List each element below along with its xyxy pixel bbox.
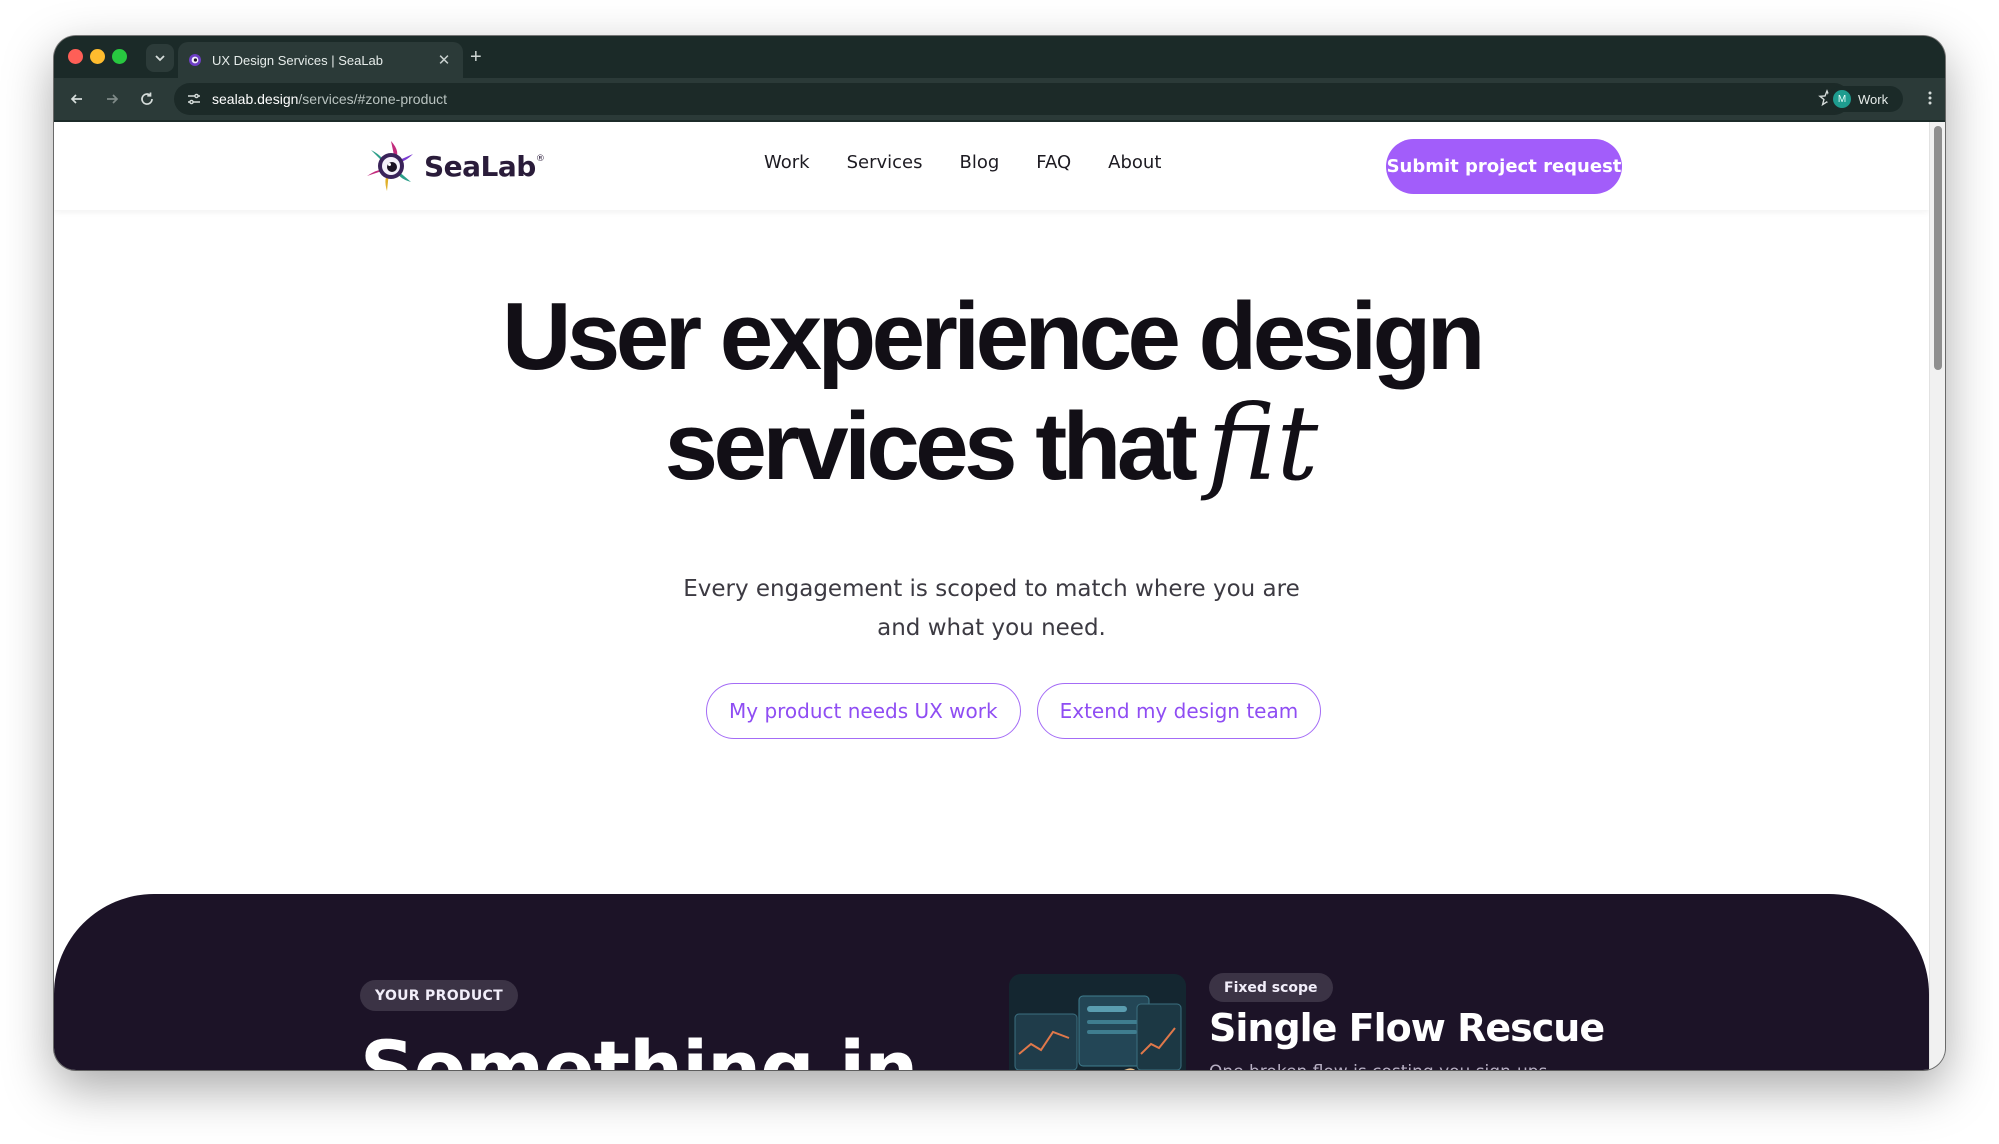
profile-label: Work xyxy=(1858,91,1889,107)
hero-title-line2-wrap: services that fit xyxy=(665,390,1319,500)
service-card-illustration xyxy=(1009,974,1186,1070)
close-window-button[interactable] xyxy=(68,49,83,64)
logo-text: SeaLab xyxy=(424,149,536,183)
hero-buttons: My product needs UX work Extend my desig… xyxy=(706,683,1322,739)
logo-wordmark: SeaLab® xyxy=(424,149,545,183)
tab-close-icon[interactable]: ✕ xyxy=(435,51,453,69)
url-path: /services/#zone-product xyxy=(298,91,448,107)
back-icon[interactable] xyxy=(66,88,88,110)
minimize-window-button[interactable] xyxy=(90,49,105,64)
address-bar[interactable]: sealab.design/services/#zone-product xyxy=(174,83,1850,115)
chevron-down-icon xyxy=(155,55,165,62)
site-header: SeaLab® Work Services Blog FAQ About Sub… xyxy=(54,122,1929,210)
hero-title-line1: User experience design xyxy=(502,283,1485,390)
hero-subtitle: Every engagement is scoped to match wher… xyxy=(54,570,1929,648)
tab-title: UX Design Services | SeaLab xyxy=(212,52,384,68)
sealab-favicon-icon xyxy=(189,54,201,66)
sealab-logo-icon xyxy=(367,141,413,191)
main-nav: Work Services Blog FAQ About xyxy=(764,152,1198,173)
nav-faq[interactable]: FAQ xyxy=(1036,152,1071,173)
extend-design-team-button[interactable]: Extend my design team xyxy=(1036,683,1322,739)
forward-icon[interactable] xyxy=(101,88,123,110)
nav-blog[interactable]: Blog xyxy=(960,152,1000,173)
profile-button[interactable]: M Work xyxy=(1827,86,1903,112)
maximize-window-button[interactable] xyxy=(112,49,127,64)
browser-toolbar: sealab.design/services/#zone-product M W… xyxy=(54,78,1945,120)
new-tab-icon[interactable]: + xyxy=(470,46,482,68)
section-heading: Something in xyxy=(360,1024,918,1070)
site-info-icon[interactable] xyxy=(184,89,204,109)
more-menu-icon[interactable] xyxy=(1927,90,1933,111)
reload-icon[interactable] xyxy=(136,88,158,110)
product-zone-section: YOUR PRODUCT Something in Fixed scope Si… xyxy=(54,894,1929,1070)
logo-registered-mark: ® xyxy=(535,153,545,164)
nav-about[interactable]: About xyxy=(1108,152,1161,173)
browser-titlebar: UX Design Services | SeaLab ✕ + xyxy=(54,36,1945,78)
avatar: M xyxy=(1833,90,1851,108)
fixed-scope-badge: Fixed scope xyxy=(1209,973,1333,1002)
nav-services[interactable]: Services xyxy=(847,152,923,173)
browser-tab-active[interactable]: UX Design Services | SeaLab ✕ xyxy=(178,42,463,78)
hero-title-script-word: fit xyxy=(1207,382,1319,504)
sealab-logo[interactable]: SeaLab® xyxy=(364,139,545,193)
page-viewport: SeaLab® Work Services Blog FAQ About Sub… xyxy=(54,122,1945,1070)
url-text: sealab.design/services/#zone-product xyxy=(212,91,447,107)
hero-title-line2: services that xyxy=(664,393,1198,500)
hero-title: User experience design services that fit xyxy=(54,284,1929,500)
url-host: sealab.design xyxy=(212,91,299,107)
browser-window: UX Design Services | SeaLab ✕ + sealab.d… xyxy=(54,36,1945,1070)
service-card-description: One broken flow is costing you sign-ups,… xyxy=(1209,1059,1609,1070)
submit-project-request-button[interactable]: Submit project request xyxy=(1386,139,1622,194)
nav-work[interactable]: Work xyxy=(764,152,810,173)
page-scrollbar[interactable] xyxy=(1929,122,1945,1070)
tab-search-button[interactable] xyxy=(146,44,174,72)
hero-subtitle-line2: and what you need. xyxy=(877,615,1106,641)
section-eyebrow-badge: YOUR PRODUCT xyxy=(360,980,518,1011)
scrollbar-thumb[interactable] xyxy=(1934,126,1942,370)
product-needs-ux-button[interactable]: My product needs UX work xyxy=(706,683,1021,739)
hero-subtitle-line1: Every engagement is scoped to match wher… xyxy=(683,576,1300,602)
service-card-title[interactable]: Single Flow Rescue xyxy=(1209,1006,1605,1050)
